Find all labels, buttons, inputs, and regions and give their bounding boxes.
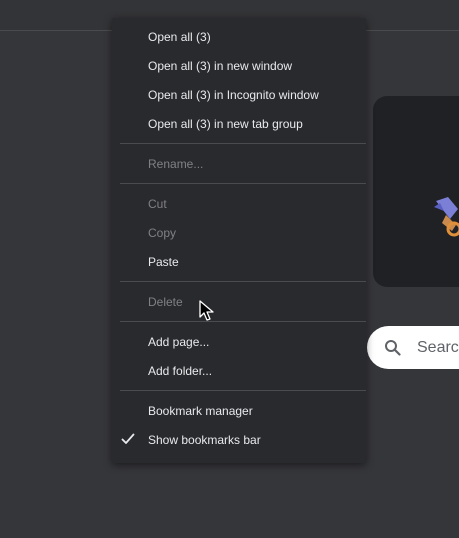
menu-item-open-all-new-window[interactable]: Open all (3) in new window	[112, 51, 366, 80]
menu-separator	[120, 183, 366, 184]
menu-item-bookmark-manager[interactable]: Bookmark manager	[112, 396, 366, 425]
check-icon	[121, 433, 135, 444]
search-placeholder: Search	[417, 339, 459, 356]
menu-item-open-all-tab-group[interactable]: Open all (3) in new tab group	[112, 109, 366, 138]
bookmark-context-menu: Open all (3) Open all (3) in new window …	[112, 18, 366, 463]
menu-separator	[120, 281, 366, 282]
menu-item-rename[interactable]: Rename...	[112, 149, 366, 178]
search-bar[interactable]: Search	[367, 326, 459, 369]
menu-separator	[120, 321, 366, 322]
menu-item-copy[interactable]: Copy	[112, 218, 366, 247]
menu-item-cut[interactable]: Cut	[112, 189, 366, 218]
menu-item-open-all-incognito[interactable]: Open all (3) in Incognito window	[112, 80, 366, 109]
browser-window: Search Open all (3) Open all (3) in new …	[0, 0, 459, 538]
menu-separator	[120, 390, 366, 391]
mouse-cursor-icon	[199, 300, 214, 321]
ntp-doodle-card[interactable]	[373, 96, 459, 287]
menu-separator	[120, 143, 366, 144]
menu-item-add-folder[interactable]: Add folder...	[112, 356, 366, 385]
menu-item-delete[interactable]: Delete	[112, 287, 366, 316]
menu-item-open-all[interactable]: Open all (3)	[112, 22, 366, 51]
menu-item-paste[interactable]: Paste	[112, 247, 366, 276]
doodle-icon	[434, 197, 459, 237]
menu-item-add-page[interactable]: Add page...	[112, 327, 366, 356]
search-icon	[385, 340, 401, 356]
menu-item-show-bookmarks-bar[interactable]: Show bookmarks bar	[112, 425, 366, 454]
